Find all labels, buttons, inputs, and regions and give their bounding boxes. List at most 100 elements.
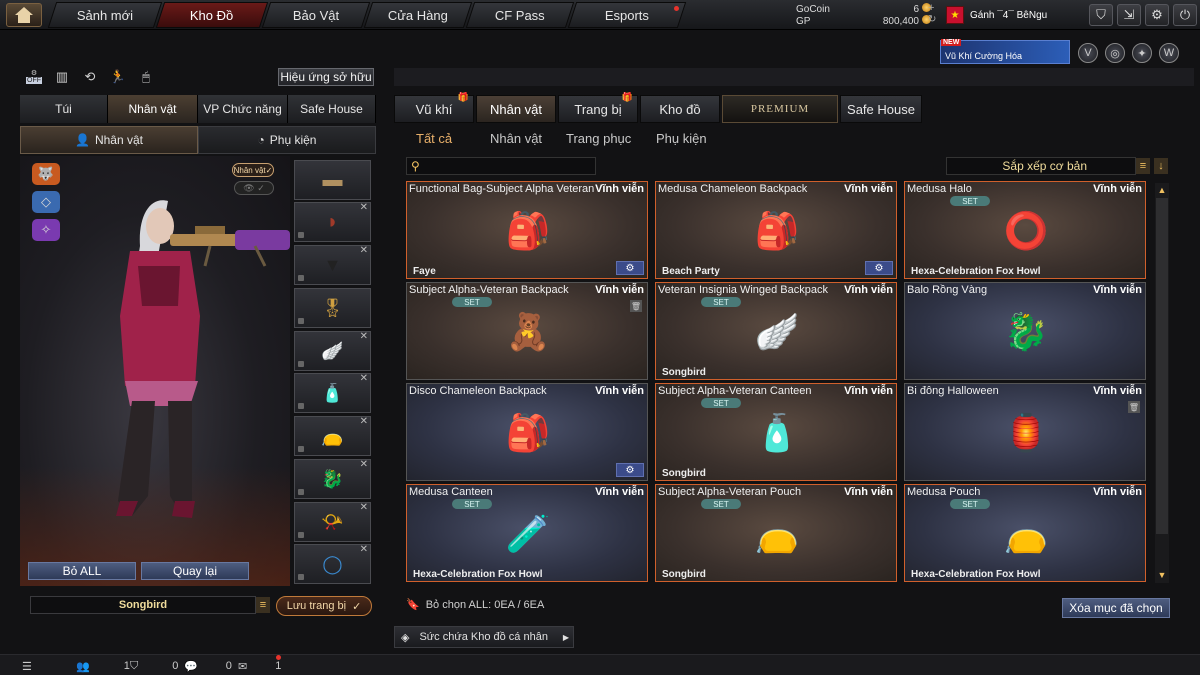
tab-vu-khi[interactable]: Vũ khí 🎁 bbox=[394, 92, 474, 123]
skill-wing-icon[interactable]: ✧ bbox=[32, 219, 60, 241]
remove-icon[interactable]: ✕ bbox=[360, 202, 368, 213]
item-card[interactable]: Veteran Insignia Winged Backpack Vĩnh viễ… bbox=[655, 282, 897, 380]
item-card[interactable]: Subject Alpha-Veteran Pouch Vĩnh viễn SET 👝… bbox=[655, 484, 897, 582]
scroll-up-icon[interactable]: ▲ bbox=[1155, 183, 1169, 197]
tab-vp-chuc-nang[interactable]: VP Chức năng bbox=[198, 95, 288, 123]
remove-icon[interactable]: ✕ bbox=[360, 459, 368, 470]
item-card[interactable]: Subject Alpha-Veteran Canteen Vĩnh viễn SE… bbox=[655, 383, 897, 481]
item-card[interactable]: Medusa Pouch Vĩnh viễn SET 👝 Hexa-Celebratio… bbox=[904, 484, 1146, 582]
item-card[interactable]: Bi đông Halloween Vĩnh viễn 🏮 🗑 bbox=[904, 383, 1146, 481]
home-button[interactable] bbox=[6, 3, 42, 27]
slot-wings[interactable]: ✕ 🪽 bbox=[294, 331, 371, 371]
sort-list-icon[interactable]: ≡ bbox=[1136, 158, 1150, 174]
exit-icon[interactable]: ⇲ bbox=[1117, 4, 1141, 26]
refresh-icon[interactable]: ↻ bbox=[928, 14, 936, 25]
back-button[interactable]: Quay lại bbox=[141, 562, 249, 580]
remove-icon[interactable]: ✕ bbox=[360, 331, 368, 342]
scroll-thumb[interactable] bbox=[1156, 198, 1168, 534]
remove-all-button[interactable]: Bỏ ALL bbox=[28, 562, 136, 580]
tab-tui[interactable]: Túi bbox=[20, 95, 108, 123]
player-info[interactable]: ★ Gánh ¯4¯ BêNgu bbox=[946, 4, 1047, 26]
nav-tab-cf-pass[interactable]: CF Pass bbox=[465, 2, 575, 28]
category-nhan-vat[interactable]: Nhân vật bbox=[490, 129, 542, 147]
item-card[interactable]: Subject Alpha-Veteran Backpack Vĩnh viễn S… bbox=[406, 282, 648, 380]
slot-horn[interactable]: ✕ 📯 bbox=[294, 502, 371, 542]
remove-icon[interactable]: ✕ bbox=[360, 416, 368, 427]
save-loadout-button[interactable]: Lưu trang bị ✓ bbox=[276, 596, 372, 616]
event-v-icon[interactable]: V bbox=[1078, 43, 1098, 63]
skill-wolf-icon[interactable]: 🐺 bbox=[32, 163, 60, 185]
skill-mask-icon[interactable]: ◇ bbox=[32, 191, 60, 213]
trash-icon[interactable]: 🗑 bbox=[1128, 401, 1140, 413]
gear-icon[interactable]: ⚙ bbox=[1145, 4, 1169, 26]
tab-nhan-vat[interactable]: Nhân vật bbox=[108, 95, 198, 123]
slot-dragon[interactable]: ✕ 🐉 bbox=[294, 459, 371, 499]
search-input[interactable] bbox=[423, 160, 584, 172]
tab-nhan-vat-right[interactable]: Nhân vật bbox=[476, 95, 556, 123]
slot-helmet[interactable]: ✕ ◗ bbox=[294, 202, 371, 242]
trash-icon[interactable]: 🗑 bbox=[630, 300, 642, 312]
pose-icon[interactable]: 🏃 bbox=[108, 68, 128, 86]
scroll-down-icon[interactable]: ▼ bbox=[1155, 568, 1169, 582]
nav-tab-esports[interactable]: Esports bbox=[567, 2, 687, 28]
slot-pouch[interactable]: ✕ 👝 bbox=[294, 416, 371, 456]
sort-dropdown[interactable]: Sắp xếp cơ bản bbox=[946, 157, 1136, 175]
slot-ring[interactable]: ✕ ◯ bbox=[294, 544, 371, 584]
tab-safe-house-right[interactable]: Safe House bbox=[840, 95, 922, 123]
winged-v-icon[interactable]: W bbox=[1159, 43, 1179, 63]
tab-safe-house[interactable]: Safe House bbox=[288, 95, 376, 123]
mouse-icon[interactable]: 🖱 bbox=[136, 68, 156, 86]
item-settings-icon[interactable]: ⚙ bbox=[616, 463, 644, 477]
item-settings-icon[interactable]: ⚙ bbox=[865, 261, 893, 275]
tab-kho-do[interactable]: Kho đồ bbox=[640, 95, 720, 123]
fox-icon[interactable]: ✦ bbox=[1132, 43, 1152, 63]
stats-icon[interactable]: ▥ bbox=[52, 68, 72, 86]
tab-trang-bi[interactable]: Trang bị 🎁 bbox=[558, 92, 638, 123]
promo-banner[interactable]: NEW Vũ Khí Cường Hóa bbox=[940, 39, 1070, 64]
character-name-field[interactable]: Songbird bbox=[30, 596, 256, 614]
menu-icon[interactable]: ☰ bbox=[22, 658, 32, 674]
clan-item[interactable]: ⛉ 0 bbox=[130, 658, 178, 674]
shield-icon[interactable]: ⛉ bbox=[1089, 4, 1113, 26]
character-preview[interactable] bbox=[20, 156, 290, 586]
category-all[interactable]: Tất cả bbox=[416, 129, 452, 147]
item-card[interactable]: Disco Chameleon Backpack Vĩnh viễn 🎒 ⚙ bbox=[406, 383, 648, 481]
chat-item[interactable]: 💬 0 bbox=[184, 658, 232, 674]
slot-canteen[interactable]: ✕ 🧴 bbox=[294, 373, 371, 413]
friends-item[interactable]: 👥 1 bbox=[76, 658, 130, 674]
remove-icon[interactable]: ✕ bbox=[360, 544, 368, 555]
nav-tab-kho-do[interactable]: Kho Đồ bbox=[155, 2, 269, 28]
item-settings-icon[interactable]: ⚙ bbox=[616, 261, 644, 275]
sort-direction-icon[interactable]: ↓ bbox=[1154, 158, 1168, 174]
mail-item[interactable]: ✉ 1 bbox=[238, 658, 281, 674]
list-icon[interactable]: ≡ bbox=[256, 597, 270, 613]
slot-medal[interactable]: 🎖 bbox=[294, 288, 371, 328]
rotate-icon[interactable]: ⟲ bbox=[80, 68, 100, 86]
subtab-phu-kien[interactable]: ◔ Phụ kiện bbox=[198, 126, 376, 154]
item-card[interactable]: Medusa Canteen Vĩnh viễn SET 🧪 Hexa-Celebrat… bbox=[406, 484, 648, 582]
off-toggle-icon[interactable]: ⚙ OFF bbox=[24, 68, 44, 86]
item-card[interactable]: Functional Bag-Subject Alpha Veteran Vĩnh… bbox=[406, 181, 648, 279]
remove-icon[interactable]: ✕ bbox=[360, 245, 368, 256]
tab-premium[interactable]: PREMIUM bbox=[722, 95, 838, 123]
category-trang-phuc[interactable]: Trang phục bbox=[566, 129, 631, 147]
effects-button[interactable]: Hiệu ứng sở hữu bbox=[278, 68, 374, 86]
category-phu-kien[interactable]: Phụ kiện bbox=[656, 129, 707, 147]
visibility-toggle[interactable]: 👁 ✓ bbox=[234, 181, 274, 195]
slot-mask[interactable]: ✕ ▼ bbox=[294, 245, 371, 285]
nav-tab-bao-vat[interactable]: Bảo Vật bbox=[261, 2, 371, 28]
subtab-nhan-vat[interactable]: 👤 Nhân vật bbox=[20, 126, 198, 154]
add-coin-icon[interactable]: + bbox=[928, 2, 934, 14]
globe-icon[interactable]: ◎ bbox=[1105, 43, 1125, 63]
remove-icon[interactable]: ✕ bbox=[360, 373, 368, 384]
remove-icon[interactable]: ✕ bbox=[360, 502, 368, 513]
capacity-button[interactable]: ◈ Sức chứa Kho đồ cá nhân ▶ bbox=[394, 626, 574, 648]
delete-selected-button[interactable]: Xóa mục đã chọn bbox=[1062, 598, 1170, 618]
power-icon[interactable]: ⏻ bbox=[1173, 4, 1197, 26]
slot-weapon[interactable]: ▬ bbox=[294, 160, 371, 200]
nav-tab-sanh-moi[interactable]: Sảnh mới bbox=[47, 2, 163, 28]
item-card[interactable]: Medusa Halo Vĩnh viễn SET ⭕ Hexa-Celebration… bbox=[904, 181, 1146, 279]
nav-tab-cua-hang[interactable]: Cửa Hàng bbox=[363, 2, 473, 28]
item-card[interactable]: Medusa Chameleon Backpack Vĩnh viễn 🎒 Beach… bbox=[655, 181, 897, 279]
item-card[interactable]: Balo Rồng Vàng Vĩnh viễn 🐉 bbox=[904, 282, 1146, 380]
